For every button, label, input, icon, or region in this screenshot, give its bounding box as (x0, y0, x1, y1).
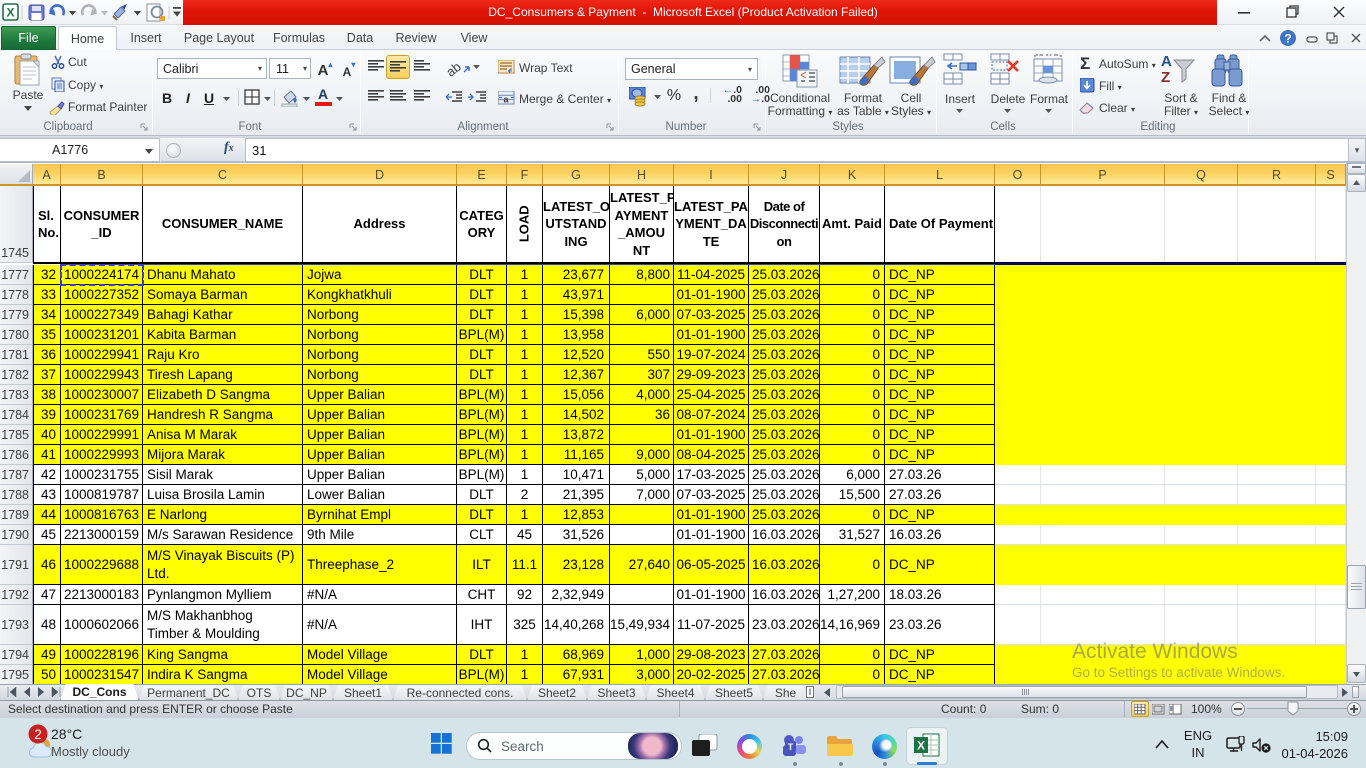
svg-text:ab: ab (446, 59, 464, 78)
svg-text:2: 2 (34, 727, 42, 742)
svg-text:?: ? (1284, 32, 1291, 46)
svg-text:A: A (1161, 53, 1172, 70)
svg-text:X: X (6, 6, 14, 20)
svg-text:X: X (917, 739, 925, 753)
svg-text:Z: Z (1161, 69, 1170, 86)
svg-text:T: T (788, 742, 794, 752)
